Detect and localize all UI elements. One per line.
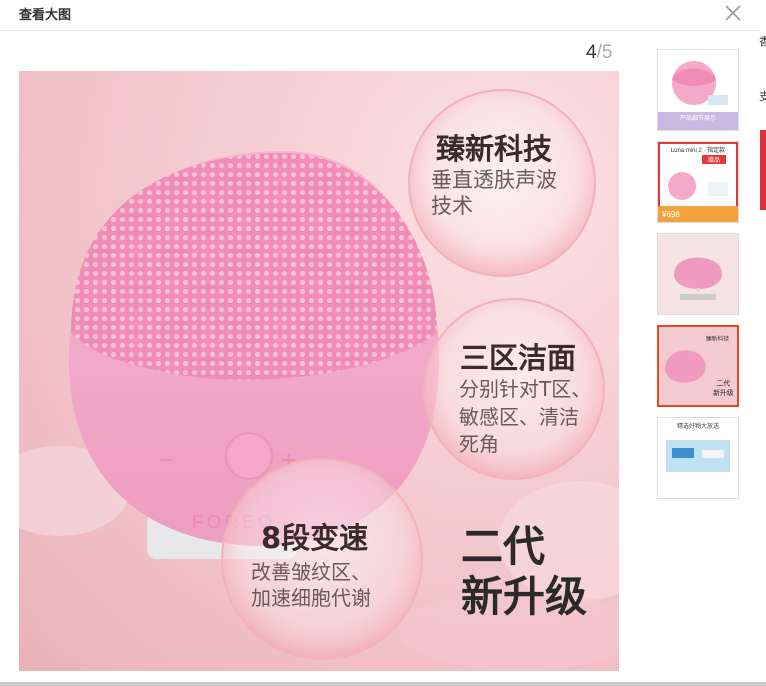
thumbnail-2-badge: 赠品 — [708, 156, 720, 164]
feature-3-heading: 8段变速 — [261, 521, 368, 555]
thumbnail-4-text2: 二代 — [717, 379, 731, 388]
thumbnail-3[interactable] — [657, 233, 739, 315]
feature-1-heading: 臻新科技 — [436, 132, 552, 166]
feature-1-line1: 垂直透肤声波 — [431, 168, 557, 192]
thumbnail-3-image — [658, 234, 738, 314]
thumbnail-5[interactable]: 精选好物大放送 — [657, 417, 739, 499]
product-illustration: − + FOREO 臻新科技 垂直透肤声波 技术 三区洁面 分别针对T区、 敏感… — [19, 89, 619, 671]
tagline-line1: 二代 — [461, 522, 545, 571]
feature-2-line2: 敏感区、清洁 — [459, 405, 579, 429]
feature-2-heading: 三区洁面 — [460, 341, 576, 375]
thumbnail-2-title: Luna mini 2 · 指定款 — [671, 146, 725, 154]
close-icon[interactable] — [722, 2, 744, 24]
thumbnail-1[interactable]: 产品细节展示 — [657, 49, 739, 131]
edge-accent — [760, 130, 766, 210]
feature-2-line1: 分别针对T区、 — [459, 377, 591, 401]
thumbnail-5-title: 精选好物大放送 — [677, 422, 719, 430]
thumbnail-1-caption: 产品细节展示 — [680, 114, 716, 122]
thumbnail-4-active[interactable]: 臻新科技 二代 新升级 — [657, 325, 739, 407]
device-button — [225, 432, 273, 480]
feature-3-line1: 改善皱纹区、 — [251, 560, 371, 584]
thumbnail-4-text3: 新升级 — [713, 388, 734, 397]
main-image[interactable]: − + FOREO 臻新科技 垂直透肤声波 技术 三区洁面 分别针对T区、 敏感… — [19, 71, 619, 671]
device-bristles — [71, 153, 437, 380]
feature-3-line2: 加速细胞代谢 — [251, 586, 371, 610]
thumbnail-1-image: 产品细节展示 — [658, 50, 738, 130]
feature-bubble-3 — [221, 458, 423, 660]
image-counter: 4/5 — [586, 42, 612, 64]
feature-1-line2: 技术 — [431, 194, 473, 218]
dialog-header: 查看大图 — [0, 0, 766, 31]
edge-text-a: 香 — [759, 35, 766, 48]
thumbnail-2-image: Luna mini 2 · 指定款 赠品 ¥698 — [658, 142, 738, 222]
counter-total: 5 — [601, 42, 613, 63]
thumbnail-2-price: ¥698 — [661, 210, 680, 219]
bottom-edge — [0, 682, 766, 686]
counter-current: 4 — [586, 42, 597, 63]
thumbnail-5-image: 精选好物大放送 — [658, 418, 738, 498]
dialog-title: 查看大图 — [19, 8, 72, 23]
thumbnail-4-image: 臻新科技 二代 新升级 — [659, 327, 737, 405]
minus-label: − — [159, 447, 173, 474]
tagline-line2: 新升级 — [461, 572, 587, 621]
edge-text-b: 支 — [759, 90, 766, 103]
thumbnail-2[interactable]: Luna mini 2 · 指定款 赠品 ¥698 — [657, 141, 739, 223]
feature-2-line3: 死角 — [459, 432, 499, 456]
thumbnail-4-text1: 臻新科技 — [706, 335, 730, 343]
